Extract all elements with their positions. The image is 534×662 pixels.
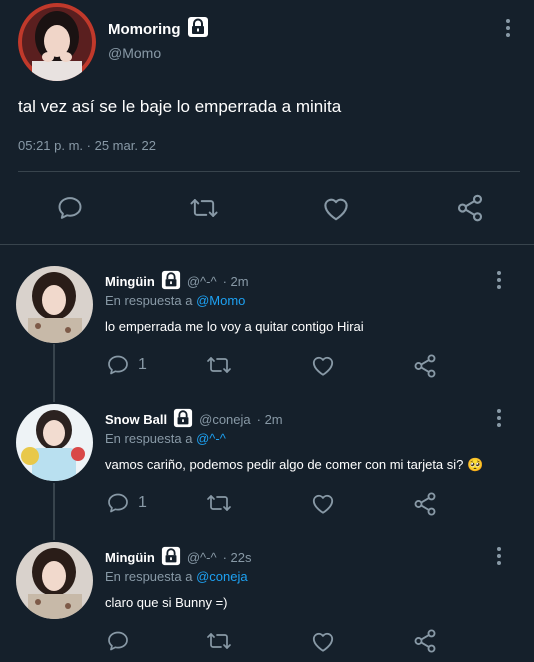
more-icon[interactable] [489, 544, 509, 568]
tweet-text: lo emperrada me lo voy a quitar contigo … [105, 319, 364, 334]
display-name[interactable]: Snow Ball [105, 412, 167, 427]
share-icon[interactable] [412, 628, 438, 654]
lock-icon [161, 546, 181, 569]
tweet-text: vamos cariño, podemos pedir algo de come… [105, 457, 484, 472]
lock-icon [173, 408, 193, 431]
more-icon[interactable] [489, 268, 509, 292]
time: · 2m [222, 274, 249, 289]
reply-to-link[interactable]: @^-^ [196, 431, 226, 446]
handle[interactable]: @Momo [108, 45, 161, 61]
avatar[interactable] [16, 404, 93, 481]
reply-to-link[interactable]: @Momo [196, 293, 245, 308]
reply-icon[interactable]: 1 [106, 353, 147, 377]
handle[interactable]: @^-^ [187, 550, 217, 565]
retweet-icon[interactable] [205, 491, 233, 515]
more-icon[interactable] [489, 406, 509, 430]
reply-count: 1 [138, 494, 147, 511]
tweet-text: tal vez así se le baje lo emperrada a mi… [18, 97, 342, 116]
display-name[interactable]: Momoring [108, 21, 181, 38]
reply-icon[interactable]: 1 [106, 491, 147, 515]
avatar[interactable] [16, 542, 93, 619]
retweet-icon[interactable] [205, 353, 233, 377]
time: · 22s [222, 550, 252, 565]
avatar[interactable] [16, 266, 93, 343]
more-icon[interactable] [498, 16, 518, 40]
tweet-text: claro que si Bunny =) [105, 595, 228, 610]
divider [18, 171, 520, 172]
reply-context: En respuesta a @coneja [105, 569, 248, 584]
reply-context: En respuesta a @Momo [105, 293, 245, 308]
like-icon[interactable] [310, 353, 336, 377]
like-icon[interactable] [321, 194, 351, 222]
lock-icon [187, 16, 209, 42]
lock-icon [161, 270, 181, 293]
like-icon[interactable] [310, 629, 336, 653]
divider [0, 244, 534, 245]
retweet-icon[interactable] [188, 194, 220, 222]
handle[interactable]: @coneja [199, 412, 251, 427]
reply-icon[interactable] [56, 194, 84, 222]
reply-count: 1 [138, 356, 147, 373]
retweet-icon[interactable] [205, 629, 233, 653]
timestamp[interactable]: 05:21 p. m. · 25 mar. 22 [18, 138, 156, 153]
display-name[interactable]: Mingüin [105, 550, 155, 565]
thread-line [53, 344, 55, 402]
display-name[interactable]: Mingüin [105, 274, 155, 289]
share-icon[interactable] [412, 491, 438, 517]
reply-prefix: En respuesta a [105, 431, 193, 446]
reply-icon[interactable] [106, 629, 130, 653]
thread-line [53, 483, 55, 540]
avatar[interactable] [18, 3, 96, 81]
reply-prefix: En respuesta a [105, 293, 193, 308]
handle[interactable]: @^-^ [187, 274, 217, 289]
reply-context: En respuesta a @^-^ [105, 431, 226, 446]
time: · 2m [256, 412, 283, 427]
reply-prefix: En respuesta a [105, 569, 193, 584]
share-icon[interactable] [412, 353, 438, 379]
share-icon[interactable] [455, 193, 485, 223]
reply-to-link[interactable]: @coneja [196, 569, 248, 584]
like-icon[interactable] [310, 491, 336, 515]
